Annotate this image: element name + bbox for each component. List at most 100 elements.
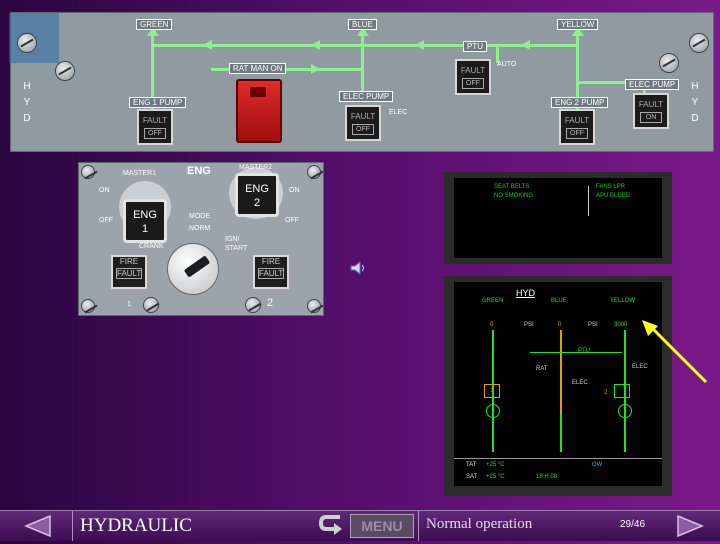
psi-left: PSI [524, 322, 534, 328]
fire-eng2-pushbutton[interactable]: FIRE FAULT [253, 255, 289, 289]
yellow-pressure: 3000 [614, 322, 628, 328]
fire-eng1-light: FIRE [119, 257, 139, 266]
hyd-overhead-panel: H Y D H Y D GREEN BLUE YELLOW PTU RAT MA… [9, 12, 714, 152]
green-line [492, 330, 494, 414]
elec-yellow-fault-light: FAULT [638, 100, 664, 109]
divider [72, 511, 73, 541]
ptu-link-line [530, 352, 622, 353]
screw-icon [81, 165, 95, 179]
side-letter: Y [23, 97, 31, 108]
side-letters-left: H Y D [21, 79, 33, 127]
eng2-master-switch[interactable]: ENG 2 [235, 173, 279, 217]
eng1-pump-pushbutton[interactable]: FAULT OFF [137, 109, 173, 145]
ecam-lower-screen: HYD GREEN BLUE YELLOW 0 PSI 0 PSI 3000 P… [454, 282, 662, 486]
yellow-sys-name: YELLOW [610, 298, 636, 304]
elec-pump-blue-pushbutton[interactable]: FAULT OFF [345, 105, 381, 141]
rat-guard-latch [250, 87, 266, 97]
tat-label: TAT [466, 462, 477, 468]
yellow-line-low [624, 414, 626, 452]
time-value: 18 H 08 [536, 474, 558, 480]
on-right-label: ON [289, 187, 300, 194]
screw-icon [659, 53, 679, 73]
norm-label: NORM [189, 225, 211, 232]
menu-button[interactable]: MENU [350, 514, 414, 538]
screw-icon [143, 297, 159, 313]
green-valve-circle [486, 404, 500, 418]
side-letter: H [23, 81, 31, 92]
tat-value: +25 °C [486, 462, 505, 468]
eng2-fault-light: FAULT [564, 116, 590, 125]
elec-blue-off-light: OFF [352, 124, 374, 135]
arrow-left-icon [203, 40, 212, 50]
ptu-pushbutton[interactable]: FAULT OFF [455, 59, 491, 95]
screw-icon [55, 61, 75, 81]
label-rat-man-on: RAT MAN ON [229, 63, 287, 74]
screw-icon [307, 165, 321, 179]
eng-num-2: 2 [267, 297, 274, 309]
label-yellow: YELLOW [557, 19, 599, 30]
rat-guard-cover[interactable] [236, 79, 282, 143]
blue-pressure: 0 [558, 322, 562, 328]
fire-eng1-pushbutton[interactable]: FIRE FAULT [111, 255, 147, 289]
fault-eng2-light: FAULT [258, 268, 284, 279]
arrow-left-icon [415, 40, 424, 50]
eng1-off-light: OFF [144, 128, 166, 139]
eng-master-panel: ENG MASTER1 ON OFF ON OFF ENG 1 MASTER2 … [78, 162, 324, 316]
eng-title: ENG [187, 165, 211, 177]
screw-icon [307, 299, 321, 313]
green-pressure: 0 [490, 322, 494, 328]
elec-blue-text: ELEC [572, 380, 588, 386]
label-eng1-pump: ENG 1 PUMP [129, 97, 187, 108]
label-elec-pump-blue: ELEC PUMP [339, 91, 394, 102]
screw-icon [245, 297, 261, 313]
memo-line: APU BLEED [596, 193, 630, 199]
eng1-master-switch[interactable]: ENG 1 [123, 199, 167, 243]
eng2-pump-box [614, 384, 630, 398]
green-line-low [492, 414, 494, 452]
arrow-left-icon [521, 40, 530, 50]
next-page-button[interactable] [674, 514, 704, 538]
eng-num-1: 1 [127, 301, 131, 308]
fire-eng2-light: FIRE [261, 257, 281, 266]
prev-page-button[interactable] [24, 514, 54, 538]
elec-pump-yellow-pushbutton[interactable]: FAULT ON [633, 93, 669, 129]
page-counter: 29/46 [620, 519, 646, 530]
ptu-fault-light: FAULT [460, 66, 486, 75]
speaker-icon[interactable] [350, 260, 366, 276]
ptu-off-light: OFF [462, 78, 484, 89]
eng1-fault-light: FAULT [142, 116, 168, 125]
gw-label: GW [592, 462, 603, 468]
label-green: GREEN [136, 19, 173, 30]
yellow-valve-circle [618, 404, 632, 418]
label-blue: BLUE [348, 19, 377, 30]
ptu-text: PTU [578, 348, 590, 354]
section-title: HYDRAULIC [80, 515, 192, 536]
eng1-pump-box: 1 [484, 384, 500, 398]
blue-sys-name: BLUE [551, 298, 567, 304]
blue-system-line [361, 33, 364, 93]
arrow-left-icon [311, 40, 320, 50]
master1-label: MASTER1 [123, 170, 157, 177]
pointer-arrow-icon [640, 318, 710, 388]
ecam-upper-screen: SEAT BELTS NO SMOKING FANS LPR APU BLEED [454, 178, 662, 258]
mode-label: MODE [189, 213, 210, 220]
elec-yellow-on-light: ON [640, 112, 662, 123]
crank-label: CRANK [139, 243, 164, 250]
blue-line [560, 330, 562, 414]
sat-label: SAT [466, 474, 478, 480]
psi-right: PSI [588, 322, 598, 328]
eng2-pump-pushbutton[interactable]: FAULT OFF [559, 109, 595, 145]
side-letter: H [691, 81, 699, 92]
mode-selector-knob[interactable] [167, 243, 219, 295]
on-left-label: ON [99, 187, 110, 194]
return-icon[interactable] [318, 513, 346, 539]
memo-line: SEAT BELTS [494, 184, 530, 190]
memo-line: FANS LPR [596, 184, 626, 190]
side-letter: Y [691, 97, 699, 108]
blue-line-low [560, 414, 562, 452]
bottom-navigation-bar: HYDRAULIC MENU Normal operation 29/46 [0, 510, 720, 541]
status-text: Normal operation [426, 516, 533, 532]
ign-start-label: IGN/ START [225, 236, 248, 252]
memo-divider [588, 186, 589, 216]
green-sys-name: GREEN [482, 298, 504, 304]
